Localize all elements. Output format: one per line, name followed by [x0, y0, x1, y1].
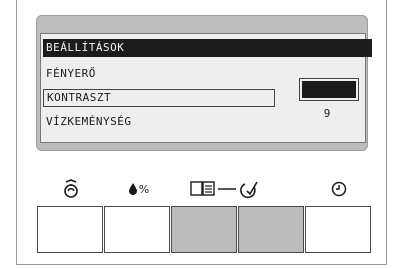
clock-icon — [328, 178, 350, 200]
value-indicator-box — [299, 78, 359, 101]
check-icon — [238, 178, 260, 200]
menu-item-water-hardness[interactable]: VÍZKEMÉNYSÉG — [43, 113, 273, 131]
descale-button[interactable] — [37, 206, 103, 253]
water-drop-icon: % — [124, 178, 154, 200]
menu-item-contrast[interactable]: KONTRASZT — [43, 89, 275, 107]
book-icon — [190, 178, 216, 200]
lcd-display: BEÁLLÍTÁSOK FÉNYERŐ KONTRASZT VÍZKEMÉNYS… — [40, 33, 372, 143]
menu-header: BEÁLLÍTÁSOK — [43, 39, 372, 57]
menu-item-brightness[interactable]: FÉNYERŐ — [43, 65, 273, 83]
water-hardness-button[interactable] — [104, 206, 170, 253]
descale-icon — [58, 178, 84, 200]
setting-value: 9 — [323, 107, 331, 120]
water-hardness-unit: % — [138, 182, 150, 196]
timer-button[interactable] — [305, 206, 371, 253]
menu-button[interactable] — [171, 206, 237, 253]
dash-connector — [218, 178, 236, 200]
ok-button[interactable] — [238, 206, 304, 253]
